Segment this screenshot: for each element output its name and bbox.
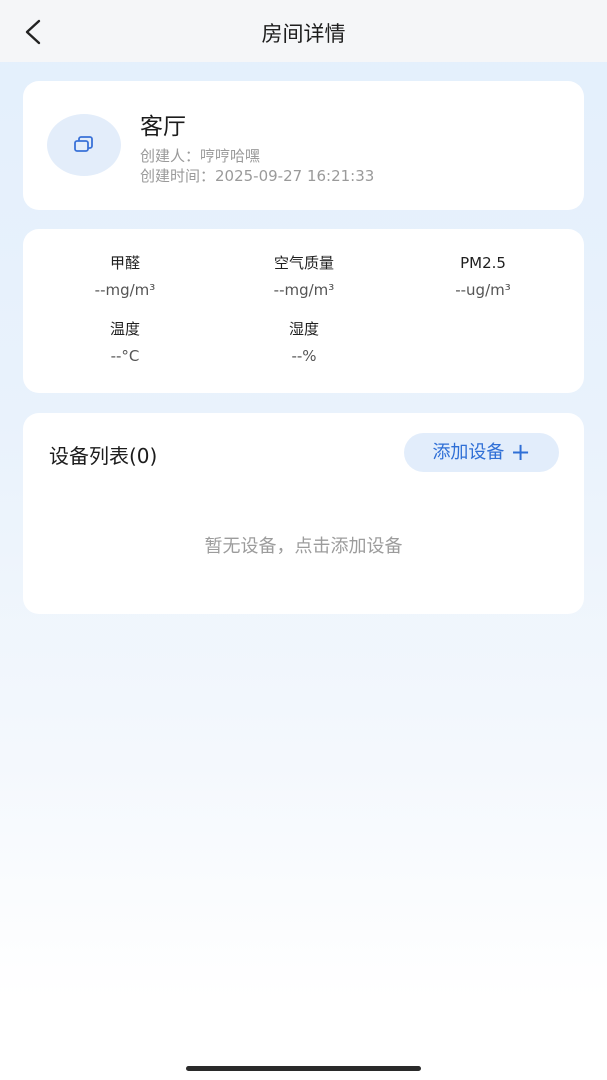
metric-formaldehyde: 甲醛 --mg/m³	[45, 253, 205, 300]
plus-icon: +	[510, 438, 531, 466]
metric-value: --mg/m³	[94, 281, 156, 299]
metric-value: --mg/m³	[273, 281, 335, 299]
metric-humidity: 湿度 --%	[224, 319, 384, 366]
top-bar: 房间详情	[0, 0, 607, 62]
metric-label: 空气质量	[273, 254, 334, 272]
metric-label: 甲醛	[109, 254, 140, 272]
metric-air-quality: 空气质量 --mg/m³	[224, 253, 384, 300]
metric-label: 湿度	[288, 320, 319, 338]
metric-value: --%	[291, 347, 317, 365]
empty-device-hint[interactable]: 暂无设备，点击添加设备	[23, 532, 584, 558]
metric-value: --°C	[110, 347, 140, 365]
copy-stack-icon	[74, 136, 93, 152]
device-list-card: 设备列表(0) 添加设备 + 暂无设备，点击添加设备	[23, 413, 584, 614]
metric-label: PM2.5	[460, 254, 506, 272]
add-device-button[interactable]: 添加设备 +	[404, 433, 559, 472]
metric-label: 温度	[109, 320, 140, 338]
metric-temperature: 温度 --°C	[45, 319, 205, 366]
device-list-title: 设备列表(0)	[49, 444, 158, 468]
room-info-card: 客厅 创建人：哼哼哈嘿 创建时间：2025-09-27 16:21:33	[23, 81, 584, 210]
metric-pm25: PM2.5 --ug/m³	[403, 253, 563, 300]
room-avatar	[47, 114, 121, 176]
room-creator: 创建人：哼哼哈嘿	[140, 147, 261, 165]
room-name: 客厅	[140, 114, 186, 140]
metric-value: --ug/m³	[455, 281, 511, 299]
home-indicator[interactable]	[186, 1066, 421, 1071]
room-created-time: 创建时间：2025-09-27 16:21:33	[140, 167, 375, 185]
environment-metrics-card: 甲醛 --mg/m³ 空气质量 --mg/m³ PM2.5 --ug/m³ 温度…	[23, 229, 584, 393]
page-title: 房间详情	[261, 22, 346, 46]
add-device-label: 添加设备	[432, 442, 505, 463]
